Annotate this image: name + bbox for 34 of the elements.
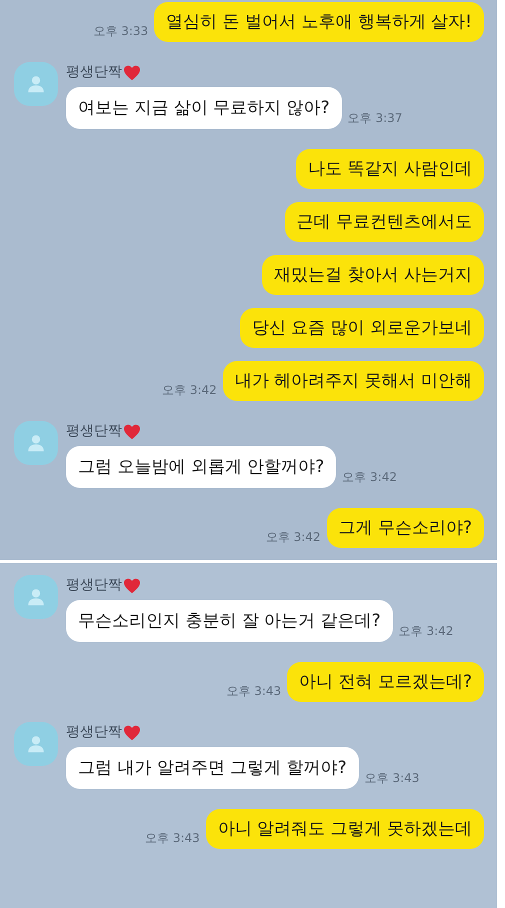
- message-time: 오후 3:33: [93, 23, 148, 40]
- sent-message-bubble: 내가 헤아려주지 못해서 미안해: [222, 361, 484, 401]
- sent-message-bubble: 그게 무슨소리야?: [326, 508, 484, 548]
- received-message-bubble: 여보는 지금 삶이 무료하지 않아?: [66, 87, 342, 129]
- message-time: 오후 3:42: [398, 623, 454, 640]
- message-time: 오후 3:42: [266, 529, 321, 546]
- message-time: 오후 3:37: [348, 110, 402, 127]
- received-message-bubble: 무슨소리인지 충분히 잘 아는거 같은데?: [66, 600, 393, 642]
- sent-message-bubble: 아니 전혀 모르겠는데?: [287, 662, 484, 702]
- avatar-icon[interactable]: [14, 575, 58, 619]
- sent-message-bubble: 아니 알려줘도 그렇게 못하겠는데: [206, 809, 484, 849]
- heart-icon: [123, 578, 141, 594]
- sent-message-bubble: 재밌는걸 찾아서 사는거지: [262, 255, 484, 295]
- sender-name: 평생단짝: [66, 723, 122, 742]
- heart-icon: [123, 424, 141, 440]
- sent-message-bubble: 나도 똑같지 사람인데: [296, 149, 484, 189]
- sent-message-bubble: 열심히 돈 벌어서 노후애 행복하게 살자!: [154, 2, 484, 42]
- avatar-icon[interactable]: [14, 421, 58, 465]
- message-time: 오후 3:42: [162, 382, 217, 399]
- message-time: 오후 3:43: [145, 830, 200, 847]
- sender-name: 평생단짝: [66, 63, 122, 82]
- message-time: 오후 3:43: [364, 770, 420, 787]
- heart-icon: [123, 64, 141, 80]
- message-time: 오후 3:43: [226, 683, 282, 700]
- message-time: 오후 3:42: [342, 469, 397, 486]
- received-message-bubble: 그럼 내가 알려주면 그렇게 할꺼야?: [66, 747, 359, 789]
- sender-name: 평생단짝: [66, 576, 122, 595]
- received-message-bubble: 그럼 오늘밤에 외롭게 안할꺼야?: [66, 446, 336, 488]
- avatar-icon[interactable]: [14, 62, 58, 106]
- sent-message-bubble: 근데 무료컨텐츠에서도: [284, 202, 484, 242]
- sent-message-bubble: 당신 요즘 많이 외로운가보네: [240, 308, 484, 348]
- sender-name: 평생단짝: [66, 422, 122, 441]
- heart-icon: [123, 724, 141, 740]
- avatar-icon[interactable]: [14, 722, 58, 766]
